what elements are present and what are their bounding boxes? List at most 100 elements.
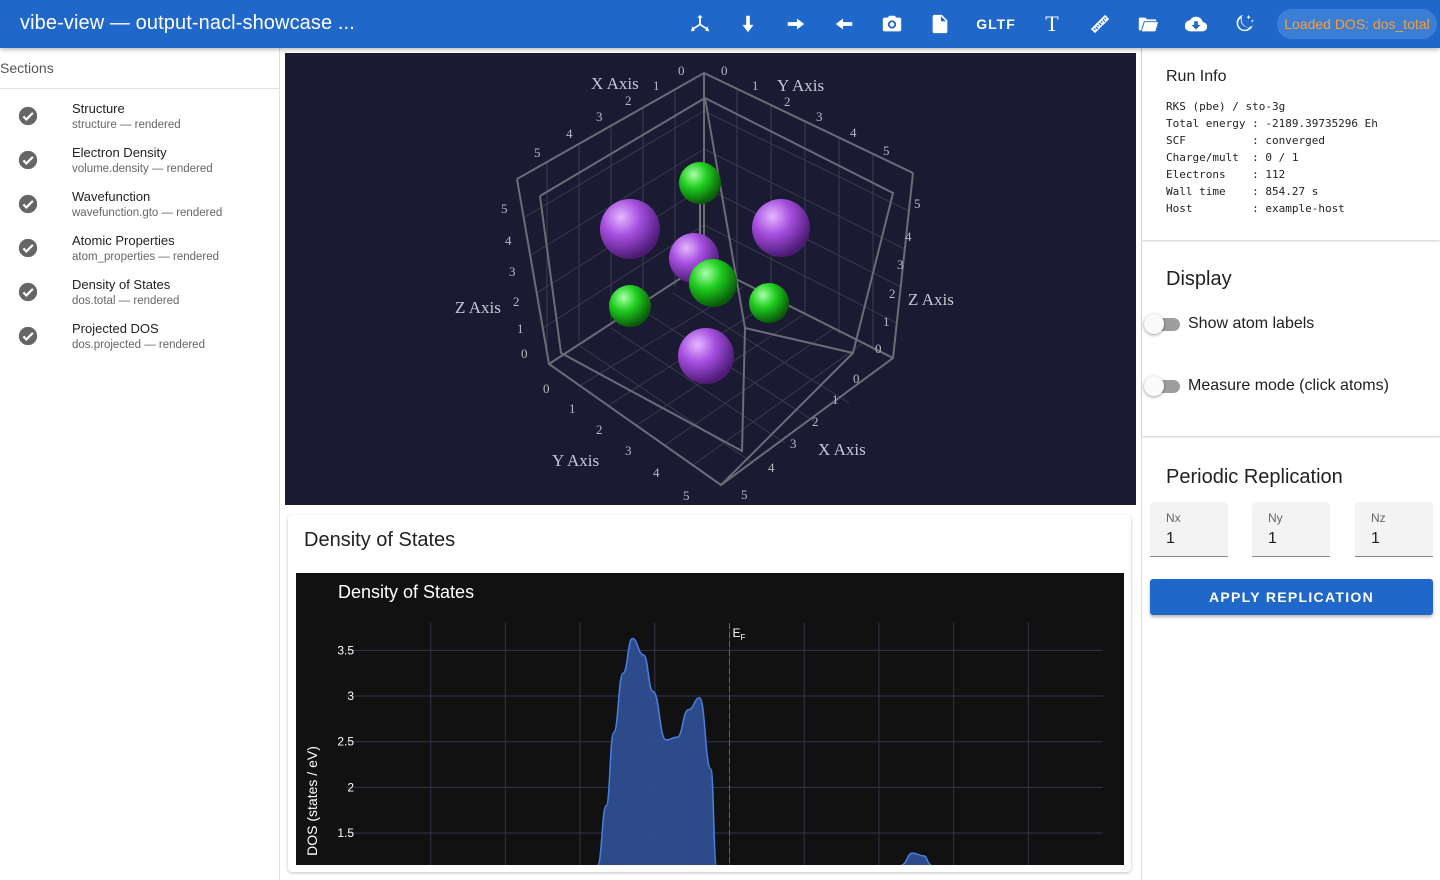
show-labels-row[interactable]: Show atom labels [1142, 312, 1314, 336]
tick-label: 4 [505, 233, 512, 248]
run-info-line: Total energy : -2189.39735296 Eh [1166, 117, 1378, 130]
section-title: Density of States [72, 277, 171, 292]
tick-label: 0 [543, 381, 550, 396]
reset-axes-button[interactable] [676, 0, 724, 48]
y-tick-label: 1.5 [337, 826, 354, 840]
section-subtitle: atom_properties — rendered [72, 251, 220, 263]
sodium-atom[interactable] [600, 199, 660, 259]
display-card: Display Show atom labels Measure mode (c… [1142, 244, 1440, 436]
tick-label: 2 [596, 422, 603, 437]
view-right-button[interactable] [772, 0, 820, 48]
check-circle-icon [0, 145, 56, 171]
tick-label: 4 [850, 125, 857, 140]
theme-toggle-button[interactable] [1220, 0, 1268, 48]
file-export-icon [932, 14, 948, 34]
tick-label: 5 [883, 143, 890, 158]
y-tick-label: 2.5 [337, 735, 354, 749]
sodium-atom[interactable] [678, 328, 734, 384]
measure-mode-switch[interactable] [1142, 374, 1182, 398]
tick-label: 1 [832, 392, 839, 407]
chlorine-atom[interactable] [679, 162, 721, 204]
tick-label: 1 [569, 401, 576, 416]
arrow-right-icon [787, 18, 805, 30]
measure-mode-row[interactable]: Measure mode (click atoms) [1142, 374, 1389, 398]
check-circle-icon [0, 277, 56, 303]
sections-drawer: Sections Structure structure — rendered … [0, 48, 280, 880]
section-subtitle: dos.projected — rendered [72, 339, 205, 351]
tick-label: 1 [752, 78, 759, 93]
ny-field[interactable]: Ny [1252, 502, 1330, 557]
tick-label: 3 [816, 109, 823, 124]
section-subtitle: structure — rendered [72, 119, 181, 131]
chlorine-atom[interactable] [609, 285, 651, 327]
tick-label: 4 [768, 460, 775, 475]
tick-label: 1 [653, 78, 660, 93]
section-title: Electron Density [72, 145, 167, 160]
apply-replication-button[interactable]: APPLY REPLICATION [1150, 579, 1433, 615]
ny-input[interactable] [1268, 530, 1318, 548]
section-title: Atomic Properties [72, 233, 175, 248]
show-labels-label: Show atom labels [1188, 315, 1315, 332]
y-axis-title-bottom: Y Axis [552, 451, 599, 470]
tick-label: 1 [883, 314, 890, 329]
section-item-electron-density[interactable]: Electron Density volume.density — render… [0, 141, 279, 185]
section-item-projected-dos[interactable]: Projected DOS dos.projected — rendered [0, 317, 279, 361]
run-info-line: Host : example-host [1166, 202, 1345, 215]
nx-field[interactable]: Nx [1150, 502, 1228, 557]
measure-button[interactable] [1076, 0, 1124, 48]
status-chip: Loaded DOS: dos_total [1277, 9, 1437, 39]
export-file-button[interactable] [916, 0, 964, 48]
app-title: vibe-view — output-nacl-showcase ... [20, 12, 355, 34]
section-item-density-of-states[interactable]: Density of States dos.total — rendered [0, 273, 279, 317]
z-axis-title-left: Z Axis [455, 298, 501, 317]
open-folder-button[interactable] [1124, 0, 1172, 48]
measure-mode-label: Measure mode (click atoms) [1188, 377, 1389, 394]
nx-input[interactable] [1166, 530, 1216, 548]
cloud-download-button[interactable] [1172, 0, 1220, 48]
section-item-structure[interactable]: Structure structure — rendered [0, 97, 279, 141]
atoms [600, 162, 810, 384]
check-circle-icon [0, 189, 56, 215]
chlorine-atom[interactable] [689, 259, 737, 307]
tick-label: 5 [914, 196, 921, 211]
tick-label: 3 [625, 443, 632, 458]
tick-label: 5 [683, 488, 690, 503]
run-info-line: Wall time : 854.27 s [1166, 185, 1319, 198]
tick-label: 0 [678, 63, 685, 78]
y-tick-label: 3.5 [337, 643, 354, 657]
sodium-atom[interactable] [752, 199, 810, 257]
text-label-button[interactable]: T [1028, 0, 1076, 48]
x-axis-title-top: X Axis [591, 74, 639, 93]
display-title: Display [1166, 268, 1232, 290]
replication-title: Periodic Replication [1166, 466, 1343, 488]
section-subtitle: volume.density — rendered [72, 163, 213, 175]
nz-input[interactable] [1371, 530, 1421, 548]
tick-label: 4 [905, 229, 912, 244]
tick-label: 5 [741, 487, 748, 502]
nz-field[interactable]: Nz [1355, 502, 1433, 557]
sections-list: Structure structure — rendered Electron … [0, 89, 279, 361]
section-subtitle: wavefunction.gto — rendered [72, 207, 223, 219]
screenshot-button[interactable] [868, 0, 916, 48]
run-info-card: Run Info RKS (pbe) / sto-3g Total energy … [1142, 48, 1440, 240]
show-labels-switch[interactable] [1142, 312, 1182, 336]
tick-label: 2 [812, 414, 819, 429]
view-left-button[interactable] [820, 0, 868, 48]
scene-3d: 0 1 2 3 4 5 0 1 2 3 4 5 0 1 2 3 4 5 0 1 … [455, 63, 954, 503]
export-gltf-button[interactable]: GLTF [964, 0, 1028, 48]
section-item-wavefunction[interactable]: Wavefunction wavefunction.gto — rendered [0, 185, 279, 229]
tick-label: 4 [566, 126, 573, 141]
section-item-atomic-properties[interactable]: Atomic Properties atom_properties — rend… [0, 229, 279, 273]
structure-3d-viewer[interactable]: 0 1 2 3 4 5 0 1 2 3 4 5 0 1 2 3 4 5 0 1 … [285, 53, 1136, 505]
tick-label: 2 [513, 294, 520, 309]
tick-label: 5 [501, 201, 508, 216]
y-axis-title-top: Y Axis [777, 76, 824, 95]
chlorine-atom[interactable] [749, 283, 789, 323]
run-info-line: Charge/mult : 0 / 1 [1166, 151, 1299, 164]
dos-card: Density of States Density of States 1.5 2… [288, 515, 1131, 872]
dos-area [597, 638, 717, 865]
right-panel: Run Info RKS (pbe) / sto-3g Total energy … [1141, 48, 1440, 880]
dos-plot[interactable]: Density of States 1.5 2 2.5 3 3.5 EF DOS (st… [296, 573, 1124, 865]
tick-label: 3 [509, 264, 516, 279]
view-down-button[interactable] [724, 0, 772, 48]
